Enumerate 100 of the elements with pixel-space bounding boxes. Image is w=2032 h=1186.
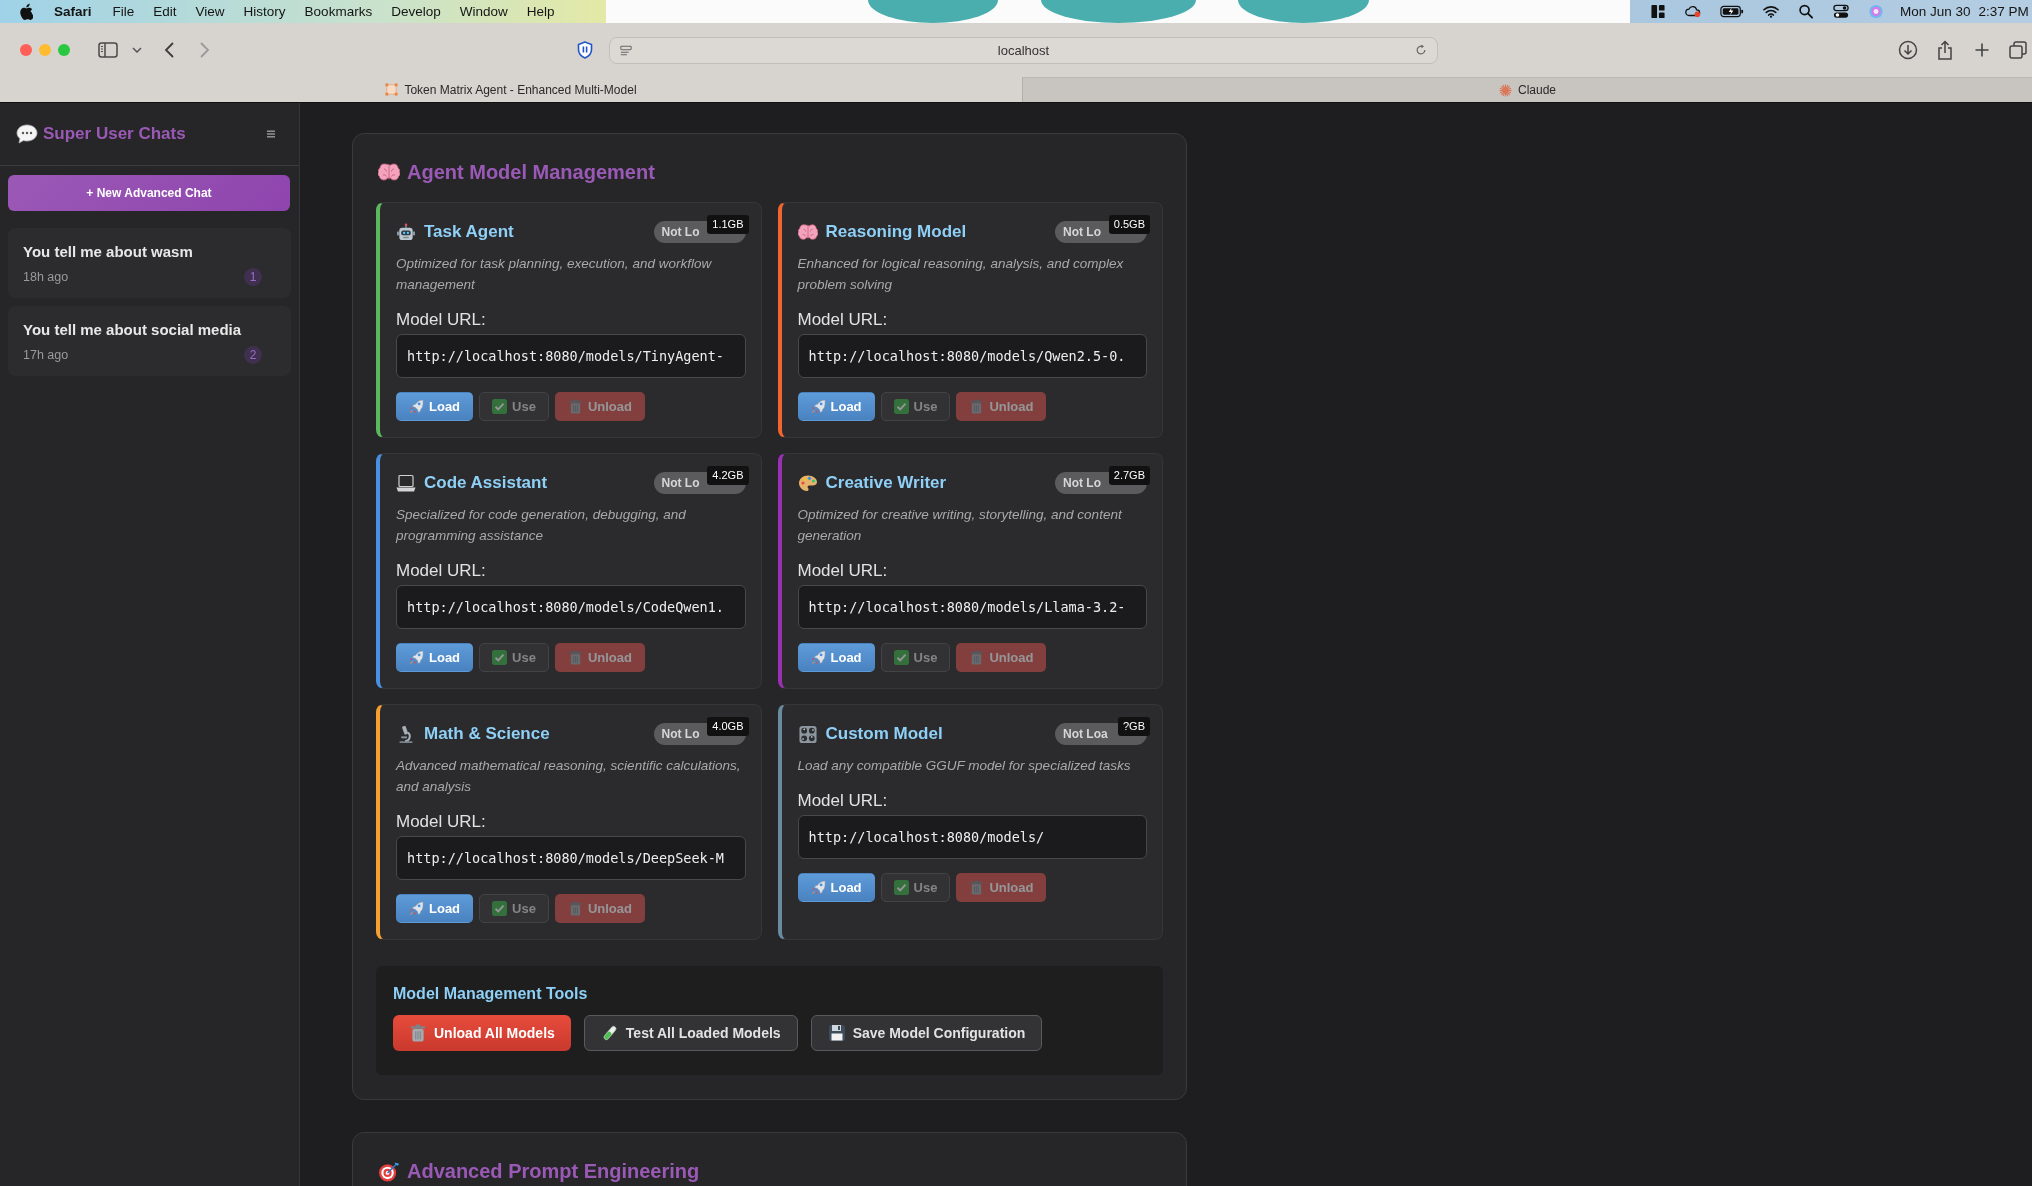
- section-title: Advanced Prompt Engineering: [407, 1159, 700, 1183]
- shield-icon[interactable]: [577, 41, 593, 59]
- model-url-field[interactable]: http://localhost:8080/models/TinyAgent-: [396, 334, 746, 378]
- brain-icon: [378, 161, 400, 183]
- share-icon[interactable]: [1937, 40, 1953, 60]
- chat-time: 17h ago: [23, 347, 69, 364]
- rocket-icon: [409, 650, 424, 665]
- page-icon: [620, 44, 632, 56]
- trash-icon: [567, 399, 583, 414]
- chat-title: You tell me about wasm: [23, 242, 194, 262]
- url-label: Model URL:: [396, 310, 487, 330]
- app-menu[interactable]: Safari: [54, 4, 92, 19]
- menu-item[interactable]: Develop: [391, 4, 441, 19]
- trash-icon: [969, 650, 985, 665]
- checkmark-icon: [492, 650, 508, 665]
- menu-icon[interactable]: [267, 130, 275, 138]
- menu-item[interactable]: History: [243, 4, 286, 19]
- frame-favicon-icon: [385, 83, 399, 96]
- apple-icon[interactable]: [19, 3, 33, 20]
- save-config-button[interactable]: Save Model Configuration: [810, 1015, 1043, 1051]
- search-icon[interactable]: [1798, 4, 1814, 19]
- chevron-down-icon[interactable]: [132, 47, 142, 53]
- message-count-badge: 2: [244, 346, 262, 364]
- model-name: Code Assistant: [424, 473, 548, 493]
- tools-title: Model Management Tools: [393, 984, 589, 1004]
- browser-tab[interactable]: Claude: [1022, 77, 2032, 102]
- wifi-icon[interactable]: [1763, 4, 1779, 19]
- robot-icon: [396, 222, 416, 242]
- menu-item[interactable]: Window: [459, 4, 508, 19]
- model-description: Enhanced for logical reasoning, analysis, and complex problem solving: [797, 255, 1125, 294]
- size-badge: 2.7GB: [1108, 466, 1150, 485]
- chat-item[interactable]: You tell me about wasm 18h ago 1: [8, 228, 291, 298]
- model-url-field[interactable]: http://localhost:8080/models/Llama-3.2-: [797, 585, 1147, 629]
- unload-all-button[interactable]: Unload All Models: [393, 1015, 571, 1051]
- menu-item[interactable]: Bookmarks: [304, 4, 373, 19]
- model-name: Reasoning Model: [825, 222, 967, 242]
- size-badge: 4.2GB: [707, 466, 749, 485]
- layout-icon[interactable]: [1650, 4, 1666, 19]
- chat-title: You tell me about social media: [23, 320, 243, 340]
- battery-icon[interactable]: [1720, 4, 1744, 19]
- menu-item[interactable]: Help: [526, 4, 555, 19]
- trash-icon: [969, 399, 985, 414]
- model-description: Advanced mathematical reasoning, scientific calculations, and analysis: [396, 757, 742, 796]
- date-text[interactable]: Mon Jun 30: [1900, 4, 1971, 19]
- checkmark-icon: [492, 399, 508, 414]
- chat-item[interactable]: You tell me about social media 17h ago 2: [8, 306, 291, 376]
- model-description: Optimized for creative writing, storytelling, and content generation: [797, 506, 1123, 545]
- menu-item[interactable]: Edit: [153, 4, 177, 19]
- model-description: Specialized for code generation, debugging, and programming assistance: [396, 506, 687, 545]
- url-label: Model URL:: [797, 310, 889, 330]
- plus-icon[interactable]: [1975, 43, 1989, 57]
- model-name: Math & Science: [424, 724, 550, 744]
- trash-icon: [409, 1024, 427, 1042]
- model-url-field[interactable]: http://localhost:8080/models/DeepSeek-M: [396, 836, 746, 880]
- trash-icon: [567, 901, 583, 916]
- url-label: Model URL:: [797, 791, 889, 811]
- model-name: Custom Model: [825, 724, 943, 744]
- address-bar[interactable]: localhost: [609, 36, 1438, 64]
- model-name: Creative Writer: [825, 473, 947, 493]
- trash-icon: [969, 880, 985, 895]
- starburst-icon: [1499, 83, 1512, 97]
- toggles-icon[interactable]: [1833, 4, 1849, 19]
- section-title: Agent Model Management: [407, 160, 655, 184]
- message-count-badge: 1: [244, 268, 262, 286]
- url-label: Model URL:: [797, 561, 889, 581]
- test-models-button[interactable]: Test All Loaded Models: [583, 1015, 798, 1051]
- checkmark-icon: [893, 650, 909, 665]
- model-url-field[interactable]: http://localhost:8080/models/: [797, 815, 1147, 859]
- rocket-icon: [810, 399, 826, 414]
- trash-icon: [567, 650, 583, 665]
- sidebar-title: Super User Chats: [43, 124, 186, 144]
- size-badge: 0.5GB: [1108, 215, 1150, 234]
- laptop-icon: [396, 473, 416, 493]
- rocket-icon: [409, 399, 424, 414]
- model-description: Load any compatible GGUF model for specialized tasks: [797, 757, 1132, 775]
- tabs-overview-icon[interactable]: [2009, 41, 2027, 59]
- download-icon[interactable]: [1898, 40, 1918, 60]
- model-url-field[interactable]: http://localhost:8080/models/Qwen2.5-0.: [797, 334, 1147, 378]
- palette-icon: [797, 473, 818, 493]
- time-text[interactable]: 2:37 PM: [1978, 4, 2029, 19]
- sidebar-toggle-icon[interactable]: [98, 42, 118, 58]
- cloud-icon[interactable]: [1685, 4, 1701, 19]
- model-url-field[interactable]: http://localhost:8080/models/CodeQwen1.: [396, 585, 746, 629]
- rocket-icon: [409, 901, 424, 916]
- new-chat-button[interactable]: + New Advanced Chat: [8, 175, 290, 211]
- checkmark-icon: [893, 880, 909, 895]
- speech-bubble-icon: [16, 124, 38, 144]
- checkmark-icon: [893, 399, 909, 414]
- menu-item[interactable]: View: [195, 4, 225, 19]
- model-description: Optimized for task planning, execution, and workflow management: [396, 255, 713, 294]
- checkmark-icon: [492, 901, 508, 916]
- size-badge: 1.1GB: [707, 215, 749, 234]
- url-label: Model URL:: [396, 561, 487, 581]
- control-knobs-icon: [797, 724, 818, 744]
- rocket-icon: [810, 650, 826, 665]
- reload-icon[interactable]: [1415, 44, 1427, 56]
- size-badge: ?GB: [1118, 717, 1150, 736]
- rocket-icon: [810, 880, 826, 895]
- menu-item[interactable]: File: [112, 4, 135, 19]
- brain-icon: [797, 222, 818, 242]
